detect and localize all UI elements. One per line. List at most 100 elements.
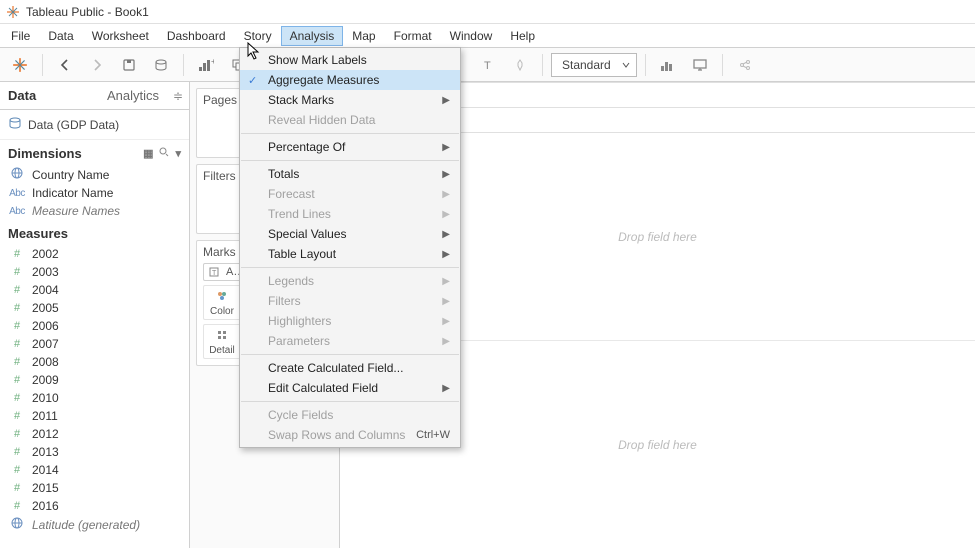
- field-2007[interactable]: #2007: [0, 335, 189, 353]
- mark-color[interactable]: Color: [203, 285, 241, 320]
- globe-icon: [8, 517, 26, 532]
- dimensions-header: Dimensions ▦ ▾: [0, 140, 189, 165]
- menu-item-table-layout[interactable]: Table Layout▶: [240, 244, 460, 264]
- menu-item-stack-marks[interactable]: Stack Marks▶: [240, 90, 460, 110]
- mark-color-label: Color: [210, 306, 234, 317]
- measures-header: Measures: [0, 220, 189, 245]
- sidebar-tab-analytics[interactable]: Analytics: [84, 82, 168, 109]
- menu-map[interactable]: Map: [343, 26, 384, 46]
- menu-help[interactable]: Help: [501, 26, 544, 46]
- pin-button[interactable]: [506, 51, 534, 79]
- field-2004[interactable]: #2004: [0, 281, 189, 299]
- menu-item-label: Cycle Fields: [268, 408, 333, 422]
- show-me-button[interactable]: [654, 51, 682, 79]
- datasource-row[interactable]: Data (GDP Data): [0, 110, 189, 140]
- field-latitude-generated-[interactable]: Latitude (generated): [0, 515, 189, 534]
- field-measure-names[interactable]: AbcMeasure Names: [0, 202, 189, 220]
- menu-file[interactable]: File: [2, 26, 39, 46]
- field-label: 2015: [32, 481, 59, 495]
- forward-button[interactable]: [83, 51, 111, 79]
- field-label: Country Name: [32, 168, 109, 182]
- menu-worksheet[interactable]: Worksheet: [83, 26, 158, 46]
- menu-item-label: Table Layout: [268, 247, 336, 261]
- menu-item-aggregate-measures[interactable]: ✓Aggregate Measures: [240, 70, 460, 90]
- field-2008[interactable]: #2008: [0, 353, 189, 371]
- field-2012[interactable]: #2012: [0, 425, 189, 443]
- list-view-icon[interactable]: ▦: [143, 147, 153, 160]
- menu-item-percentage-of[interactable]: Percentage Of▶: [240, 137, 460, 157]
- field-2003[interactable]: #2003: [0, 263, 189, 281]
- menu-item-label: Trend Lines: [268, 207, 331, 221]
- tableau-button[interactable]: [6, 51, 34, 79]
- field-2011[interactable]: #2011: [0, 407, 189, 425]
- menu-analysis[interactable]: Analysis: [281, 26, 344, 46]
- submenu-arrow-icon: ▶: [442, 229, 450, 240]
- label-button[interactable]: T: [474, 51, 502, 79]
- menu-separator: [241, 133, 459, 134]
- mark-detail[interactable]: Detail: [203, 324, 241, 359]
- drop-hint-1: Drop field here: [618, 230, 697, 244]
- field-2015[interactable]: #2015: [0, 479, 189, 497]
- menu-item-trend-lines: Trend Lines ▶: [240, 204, 460, 224]
- text-icon: Abc: [8, 206, 26, 217]
- menu-item-totals[interactable]: Totals ▶: [240, 164, 460, 184]
- menu-item-filters: Filters▶: [240, 291, 460, 311]
- menu-item-special-values[interactable]: Special Values ▶: [240, 224, 460, 244]
- menu-item-label: Special Values: [268, 227, 347, 241]
- menu-dashboard[interactable]: Dashboard: [158, 26, 235, 46]
- menu-item-label: Edit Calculated Field: [268, 381, 378, 395]
- share-button[interactable]: [731, 51, 759, 79]
- analysis-menu: Show Mark Labels✓Aggregate MeasuresStack…: [239, 47, 461, 448]
- back-button[interactable]: [51, 51, 79, 79]
- field-label: 2004: [32, 283, 59, 297]
- field-label: 2002: [32, 247, 59, 261]
- field-label: 2009: [32, 373, 59, 387]
- field-label: 2016: [32, 499, 59, 513]
- field-2006[interactable]: #2006: [0, 317, 189, 335]
- mark-detail-label: Detail: [209, 345, 235, 356]
- number-icon: #: [8, 392, 26, 404]
- presentation-button[interactable]: [686, 51, 714, 79]
- field-label: 2014: [32, 463, 59, 477]
- svg-text:T: T: [484, 60, 491, 72]
- new-data-button[interactable]: [147, 51, 175, 79]
- save-button[interactable]: [115, 51, 143, 79]
- menu-item-create-calculated-field-[interactable]: Create Calculated Field...: [240, 358, 460, 378]
- datasource-icon: [8, 116, 22, 133]
- field-2016[interactable]: #2016: [0, 497, 189, 515]
- menu-story[interactable]: Story: [235, 26, 281, 46]
- field-indicator-name[interactable]: AbcIndicator Name: [0, 184, 189, 202]
- submenu-arrow-icon: ▶: [442, 189, 450, 200]
- menu-item-label: Totals: [268, 167, 299, 181]
- number-icon: #: [8, 410, 26, 422]
- new-worksheet-button[interactable]: +: [192, 51, 220, 79]
- number-icon: #: [8, 446, 26, 458]
- field-2005[interactable]: #2005: [0, 299, 189, 317]
- submenu-arrow-icon: ▶: [442, 209, 450, 220]
- menu-data[interactable]: Data: [39, 26, 82, 46]
- menu-format[interactable]: Format: [385, 26, 441, 46]
- number-icon: #: [8, 320, 26, 332]
- field-2014[interactable]: #2014: [0, 461, 189, 479]
- search-icon[interactable]: [159, 147, 169, 160]
- fit-dropdown[interactable]: Standard: [551, 53, 637, 77]
- submenu-arrow-icon: ▶: [442, 169, 450, 180]
- number-icon: #: [8, 302, 26, 314]
- menu-window[interactable]: Window: [441, 26, 502, 46]
- field-country-name[interactable]: Country Name: [0, 165, 189, 184]
- field-2009[interactable]: #2009: [0, 371, 189, 389]
- menu-item-highlighters: Highlighters▶: [240, 311, 460, 331]
- number-icon: #: [8, 356, 26, 368]
- field-2013[interactable]: #2013: [0, 443, 189, 461]
- dropdown-icon[interactable]: ▾: [175, 147, 181, 160]
- number-icon: #: [8, 464, 26, 476]
- menu-item-show-mark-labels[interactable]: Show Mark Labels: [240, 50, 460, 70]
- field-2010[interactable]: #2010: [0, 389, 189, 407]
- toolbar: + T Standard: [0, 48, 975, 82]
- menu-item-edit-calculated-field[interactable]: Edit Calculated Field▶: [240, 378, 460, 398]
- field-label: 2008: [32, 355, 59, 369]
- sidebar-swap-icon[interactable]: ≑: [167, 82, 189, 109]
- field-2002[interactable]: #2002: [0, 245, 189, 263]
- menu-item-label: Forecast: [268, 187, 315, 201]
- sidebar-tab-data[interactable]: Data: [0, 82, 84, 109]
